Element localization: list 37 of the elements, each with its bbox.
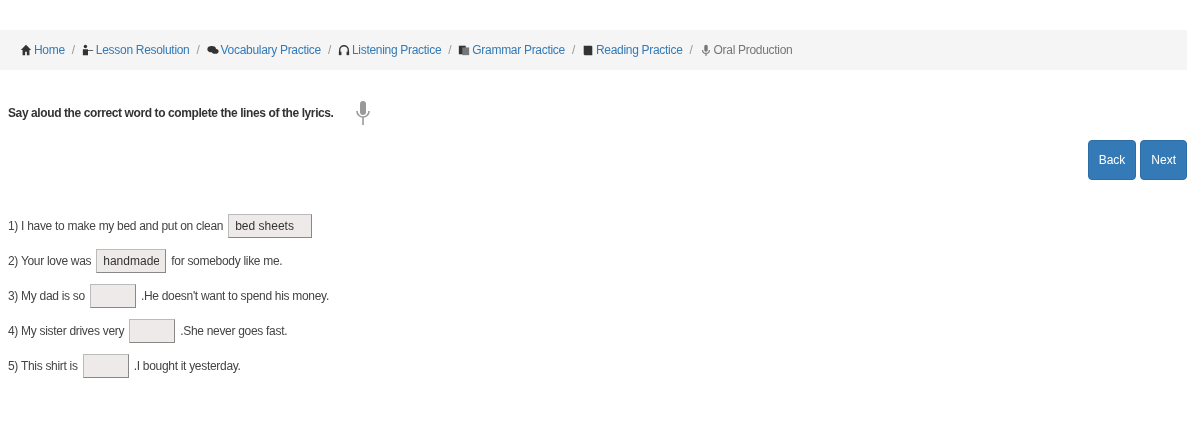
answer-field[interactable] (129, 318, 176, 343)
separator-text: / (196, 42, 200, 59)
answer-field[interactable] (89, 283, 136, 308)
answer-field[interactable]: handmade (96, 248, 167, 273)
sentence-text: 4) My sister drives very (8, 322, 125, 340)
separator-text: / (571, 42, 575, 59)
breadcrumb-link[interactable]: Home (20, 41, 65, 59)
sentence-text: 3) My dad is so (8, 287, 85, 305)
books-icon (458, 43, 471, 57)
sentence-text: .I bought it yesterday. (133, 357, 241, 375)
headphones-icon (337, 43, 350, 57)
breadcrumb-link[interactable]: Grammar Practice (458, 41, 565, 59)
sentence-text: 1) I have to make my bed and put on clean (8, 217, 224, 235)
separator-text: / (327, 42, 331, 59)
teacher-icon (81, 43, 94, 57)
separator-text: / (689, 42, 693, 59)
next-button[interactable]: Next (1140, 140, 1187, 180)
microphone-icon (355, 100, 370, 126)
breadcrumb-link[interactable]: Listening Practice (337, 41, 442, 59)
breadcrumb-link[interactable]: Lesson Resolution (81, 41, 190, 59)
sentence-text: .He doesn't want to spend his money. (140, 287, 329, 305)
sentence-text: 2) Your love was (8, 252, 92, 270)
microphone-icon (699, 43, 712, 57)
answer-field[interactable]: bed sheets (228, 213, 313, 238)
breadcrumb-link[interactable]: Reading Practice (581, 41, 683, 59)
breadcrumb-link[interactable]: Vocabulary Practice (206, 41, 321, 59)
sentence-text: 5) This shirt is (8, 357, 78, 375)
home-icon (20, 43, 32, 57)
chat-icon (206, 43, 219, 57)
separator-text: / (448, 42, 452, 59)
back-button[interactable]: Back (1087, 140, 1137, 180)
separator-text: / (71, 42, 75, 59)
breadcrumb-current: Oral Production (699, 41, 793, 59)
sentence-text: for somebody like me. (171, 252, 283, 270)
answer-field[interactable] (82, 353, 129, 378)
sentence-text: .She never goes fast. (180, 322, 288, 340)
instruction-text: Say aloud the correct word to complete the lines of the lyrics. (8, 105, 334, 122)
